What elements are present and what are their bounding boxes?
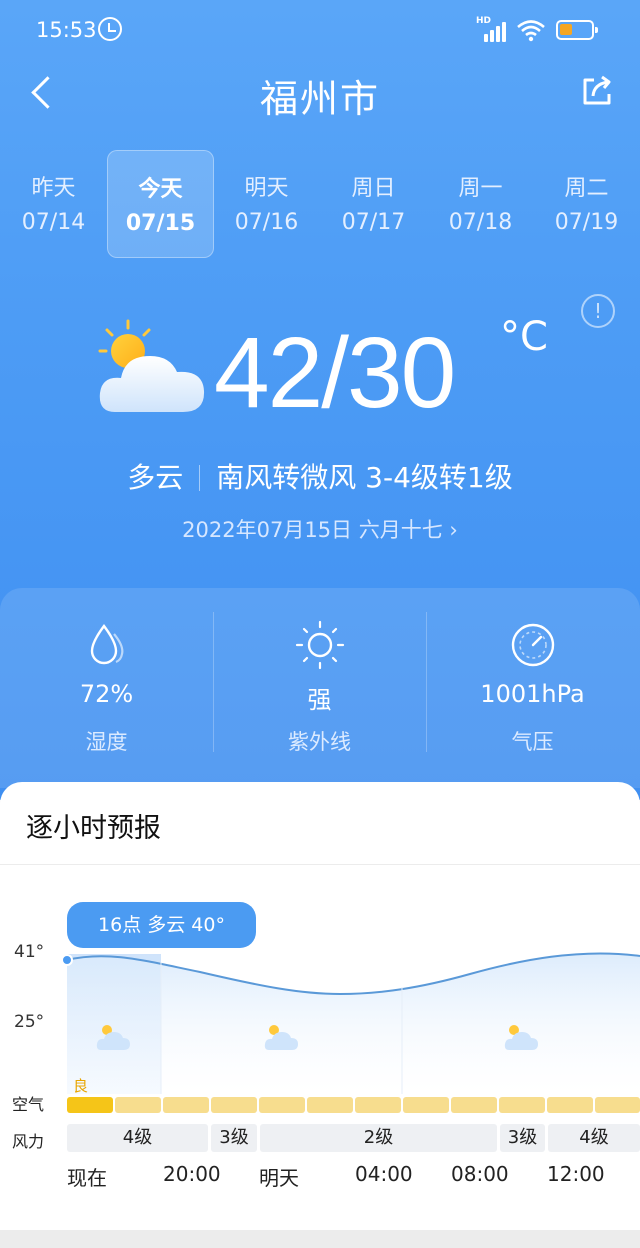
- battery-icon: [556, 20, 598, 40]
- signal-icon: [478, 20, 510, 42]
- day-tab[interactable]: 昨天 07/14: [0, 150, 107, 258]
- air-quality-bar: [547, 1097, 593, 1113]
- air-quality-bar: [403, 1097, 449, 1113]
- y-axis-label-low: 25°: [14, 1012, 45, 1032]
- wind-level-cell: 2级: [260, 1124, 497, 1152]
- humidity-stat: 72% 湿度: [0, 588, 213, 768]
- time-label: 明天: [259, 1166, 299, 1190]
- time-label: 08:00: [451, 1162, 509, 1186]
- uv-stat: 强紫外线: [213, 588, 426, 768]
- hourly-forecast-panel: 逐小时预报 41° 25° 16点 多云 40° 空气 良 风力 4级 3级 2…: [0, 782, 640, 1248]
- temperature-range: 42/30: [214, 317, 456, 429]
- wind-label: 风力: [12, 1132, 45, 1151]
- day-selector: 昨天 07/14 今天 07/15 明天 07/16 周日 07/17 周一 07/18 …: [0, 150, 640, 260]
- wind-level-cell: 3级: [211, 1124, 257, 1152]
- air-quality-bar: [67, 1097, 113, 1113]
- day-tab-selected[interactable]: 今天 07/15: [107, 150, 214, 258]
- day-tab[interactable]: 周一 07/18: [427, 150, 534, 258]
- pressure-stat: 1001hPa 气压: [426, 588, 639, 768]
- time-label: 20:00: [163, 1162, 221, 1186]
- wind-level-cell: 3级: [500, 1124, 545, 1152]
- air-quality-bar: [595, 1097, 640, 1113]
- clock: 15:53: [36, 18, 97, 42]
- sun-icon: [295, 620, 345, 670]
- current-point: [61, 954, 73, 966]
- date-link[interactable]: 2022年07月15日 六月十七 ›: [0, 514, 640, 544]
- time-label: 12:00: [547, 1162, 605, 1186]
- air-quality-bar: [115, 1097, 161, 1113]
- air-quality-bar: [499, 1097, 545, 1113]
- alarm-icon: [98, 17, 122, 41]
- temperature-unit: °C: [500, 314, 548, 360]
- air-quality-bar: [259, 1097, 305, 1113]
- wind-level-cell: 4级: [548, 1124, 640, 1152]
- y-axis-label-high: 41°: [14, 942, 45, 962]
- day-tab[interactable]: 周日 07/17: [320, 150, 427, 258]
- air-quality-bar: [211, 1097, 257, 1113]
- temperature-area: [67, 953, 640, 1094]
- info-icon[interactable]: !: [581, 294, 615, 328]
- time-label: 04:00: [355, 1162, 413, 1186]
- weather-description: 多云 南风转微风 3-4级转1级: [0, 456, 640, 496]
- air-quality-value: 良: [73, 1077, 89, 1095]
- day-tab[interactable]: 明天 07/16: [213, 150, 320, 258]
- city-title: 福州市: [259, 77, 380, 121]
- humidity-icon: [90, 623, 124, 665]
- hour-tooltip: 16点 多云 40°: [67, 902, 256, 948]
- day-tab[interactable]: 周二 07/19: [533, 150, 640, 258]
- time-label: 现在: [67, 1166, 107, 1190]
- air-quality-bar: [163, 1097, 209, 1113]
- stats-card: 72% 湿度 强紫外线 1001hPa 气压: [0, 588, 640, 788]
- status-bar: 15:53 HD: [0, 0, 640, 60]
- share-icon[interactable]: [580, 74, 614, 108]
- divider: [199, 465, 201, 491]
- next-section-edge: [0, 1230, 640, 1248]
- condition-text: 多云: [127, 461, 184, 494]
- air-quality-label: 空气: [12, 1095, 45, 1114]
- air-quality-bar: [355, 1097, 401, 1113]
- air-quality-bar: [307, 1097, 353, 1113]
- wind-level-cell: 4级: [67, 1124, 208, 1152]
- air-quality-bar: [451, 1097, 497, 1113]
- wind-text: 南风转微风 3-4级转1级: [216, 461, 513, 494]
- partly-cloudy-icon: [98, 319, 205, 412]
- pressure-icon: [511, 623, 555, 667]
- wifi-icon: [517, 20, 545, 42]
